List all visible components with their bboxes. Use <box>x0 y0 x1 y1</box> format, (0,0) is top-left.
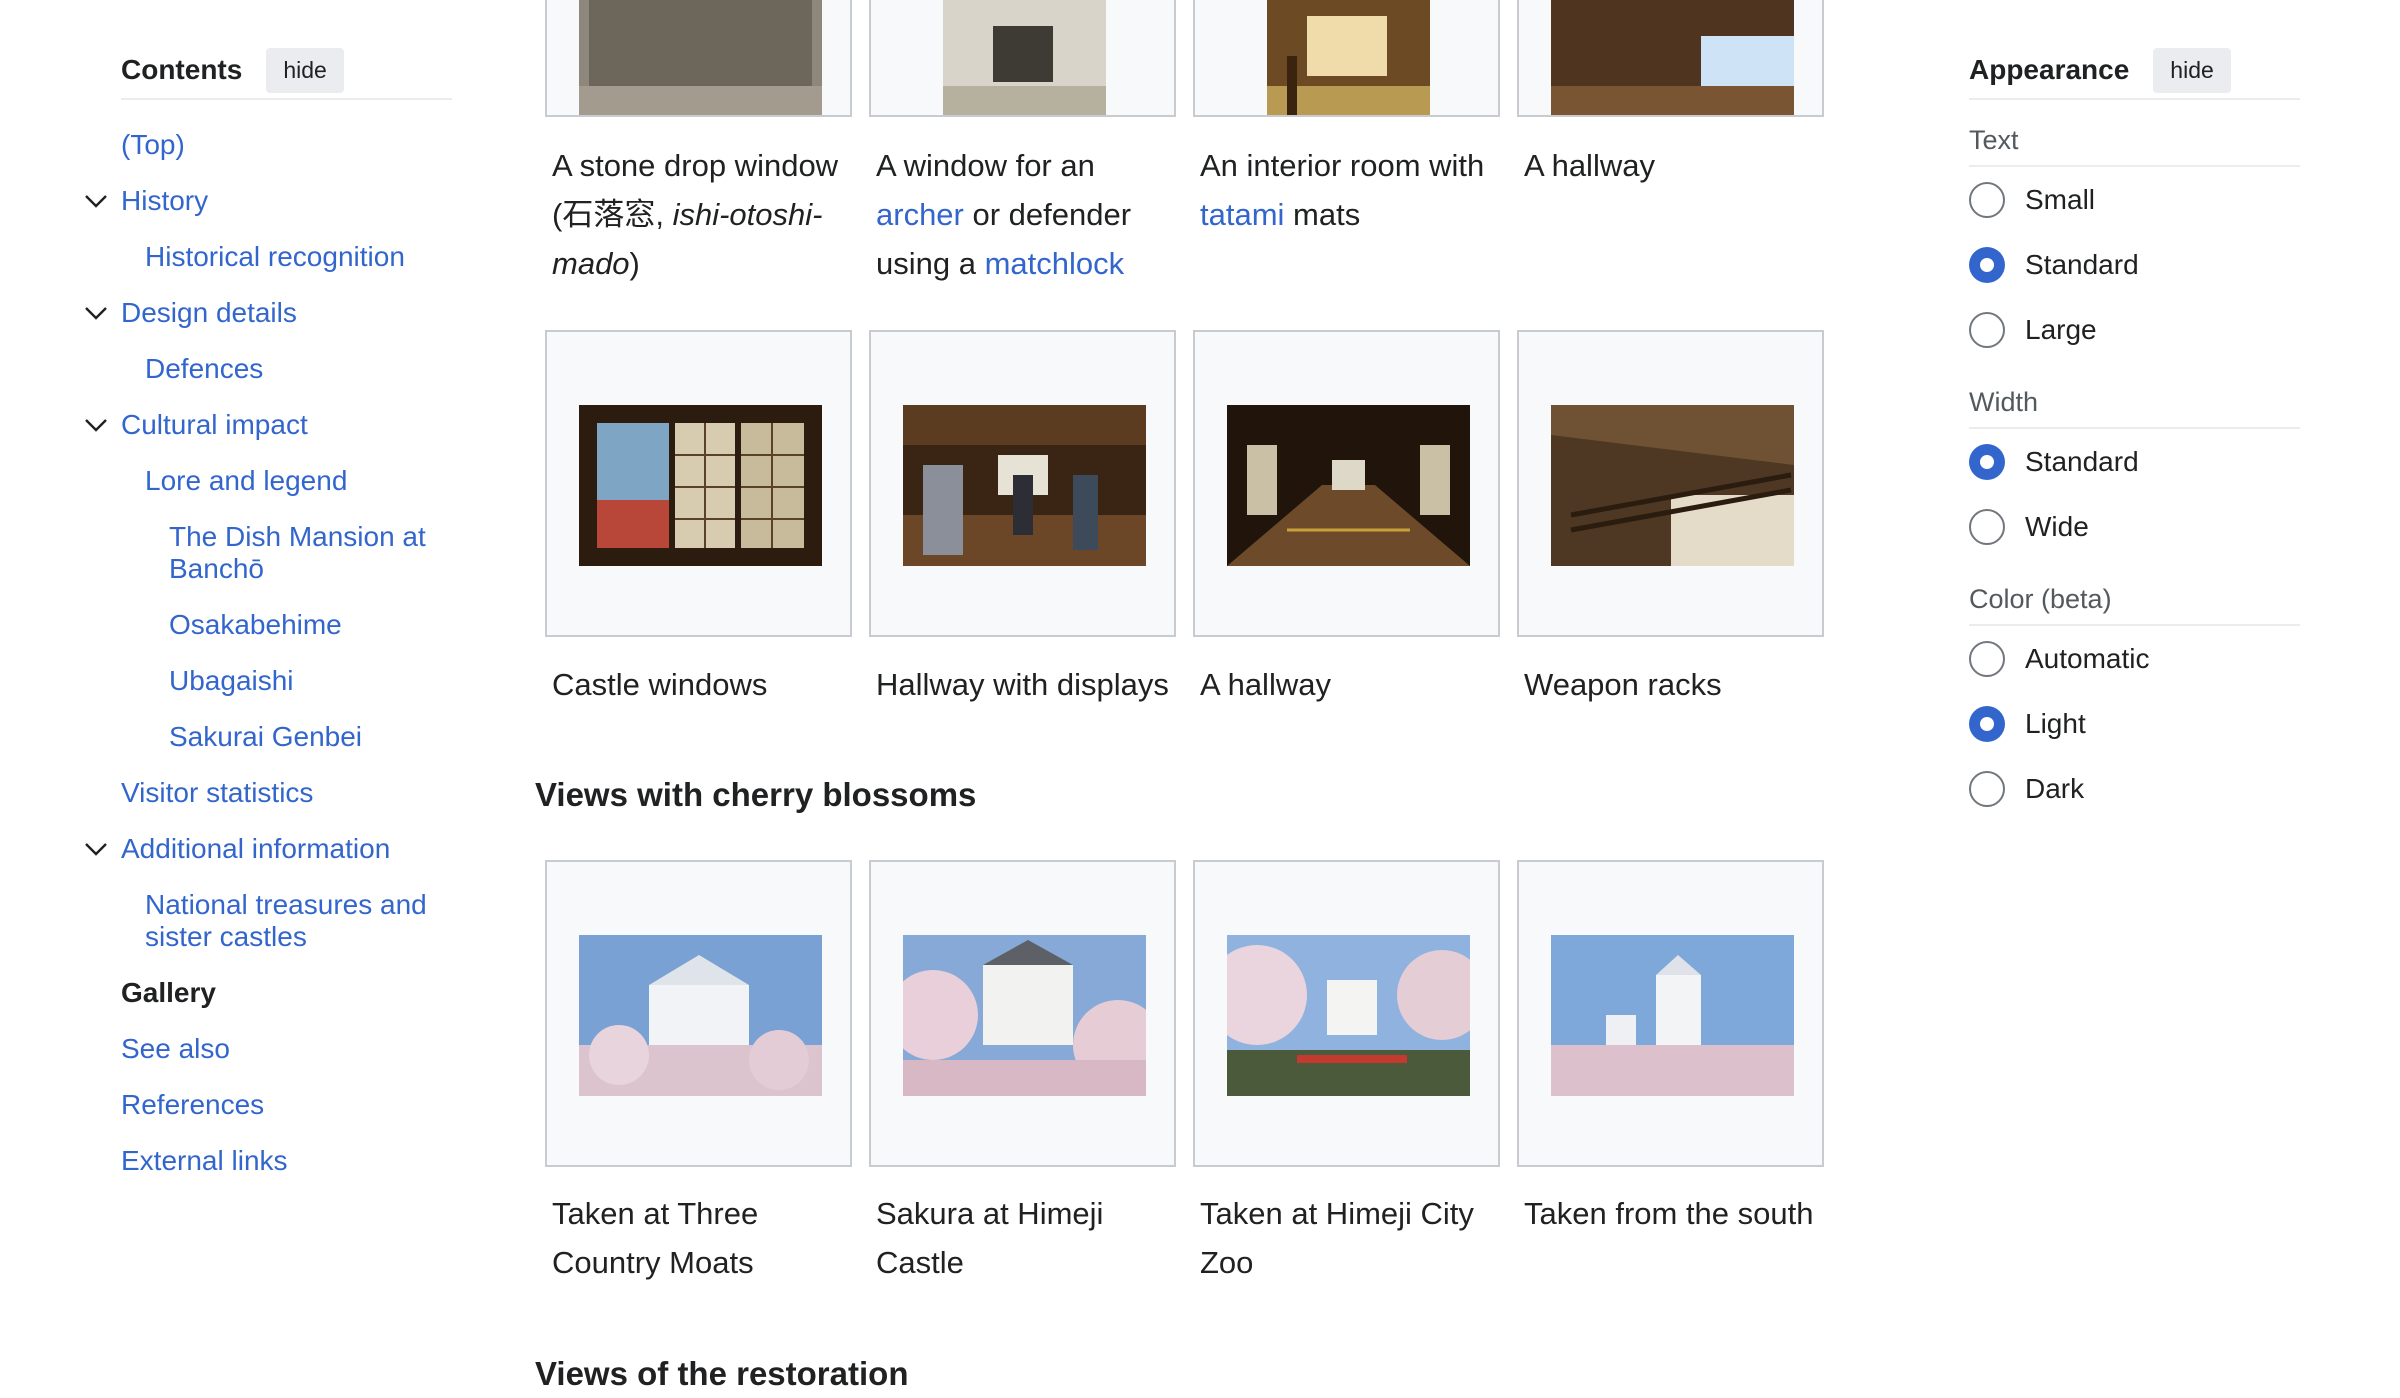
gallery-caption: A hallway <box>1200 667 1331 702</box>
tatami-link[interactable]: tatami <box>1200 197 1284 232</box>
gallery-caption: Sakura at Himeji Castle <box>876 1196 1104 1280</box>
section-heading-restoration: Views of the restoration <box>535 1355 909 1392</box>
gallery-frame <box>869 330 1176 637</box>
gallery-caption: Taken at Himeji City Zoo <box>1200 1196 1474 1280</box>
gallery-frame <box>1193 860 1500 1167</box>
three-country-moats-thumbnail[interactable] <box>579 935 822 1096</box>
gallery-caption: A window for an archer or defender using a… <box>876 148 1132 281</box>
matchlock-link[interactable]: matchlock <box>985 246 1125 281</box>
gallery-caption: Castle windows <box>552 667 768 702</box>
gallery-caption: Taken from the south <box>1524 1196 1814 1231</box>
gallery-caption: A stone drop window (石落窓, ishi-otoshi-mad… <box>552 148 839 281</box>
gallery-frame <box>1193 0 1500 117</box>
gallery-caption: An interior room with tatami mats <box>1200 148 1485 232</box>
gallery-caption: Weapon racks <box>1524 667 1722 702</box>
gallery-frame <box>545 860 852 1167</box>
castle-windows-thumbnail[interactable] <box>579 405 822 566</box>
gallery-frame <box>545 330 852 637</box>
taken-from-south-thumbnail[interactable] <box>1551 935 1794 1096</box>
hallway-displays-thumbnail[interactable] <box>903 405 1146 566</box>
gallery-section: A stone drop window (石落窓, ishi-otoshi-mad… <box>0 0 2400 1398</box>
archer-link[interactable]: archer <box>876 197 964 232</box>
matchlock-window-thumbnail[interactable] <box>943 0 1106 117</box>
tatami-room-thumbnail[interactable] <box>1267 0 1430 117</box>
himeji-city-zoo-thumbnail[interactable] <box>1227 935 1470 1096</box>
gallery-caption: Taken at Three Country Moats <box>552 1196 759 1280</box>
gallery-caption: A hallway <box>1524 148 1655 183</box>
gallery-frame <box>1193 330 1500 637</box>
weapon-racks-thumbnail[interactable] <box>1551 405 1794 566</box>
gallery-frame <box>869 860 1176 1167</box>
sakura-himeji-thumbnail[interactable] <box>903 935 1146 1096</box>
gallery-frame <box>1517 0 1824 117</box>
section-heading-cherry-blossoms: Views with cherry blossoms <box>535 776 977 813</box>
hallway-thumbnail[interactable] <box>1227 405 1470 566</box>
stone-drop-window-thumbnail[interactable] <box>579 0 822 117</box>
gallery-frame <box>545 0 852 117</box>
gallery-frame <box>1517 860 1824 1167</box>
hallway-thumbnail[interactable] <box>1551 0 1794 117</box>
gallery-frame <box>1517 330 1824 637</box>
gallery-caption: Hallway with displays <box>876 667 1169 702</box>
gallery-frame <box>869 0 1176 117</box>
